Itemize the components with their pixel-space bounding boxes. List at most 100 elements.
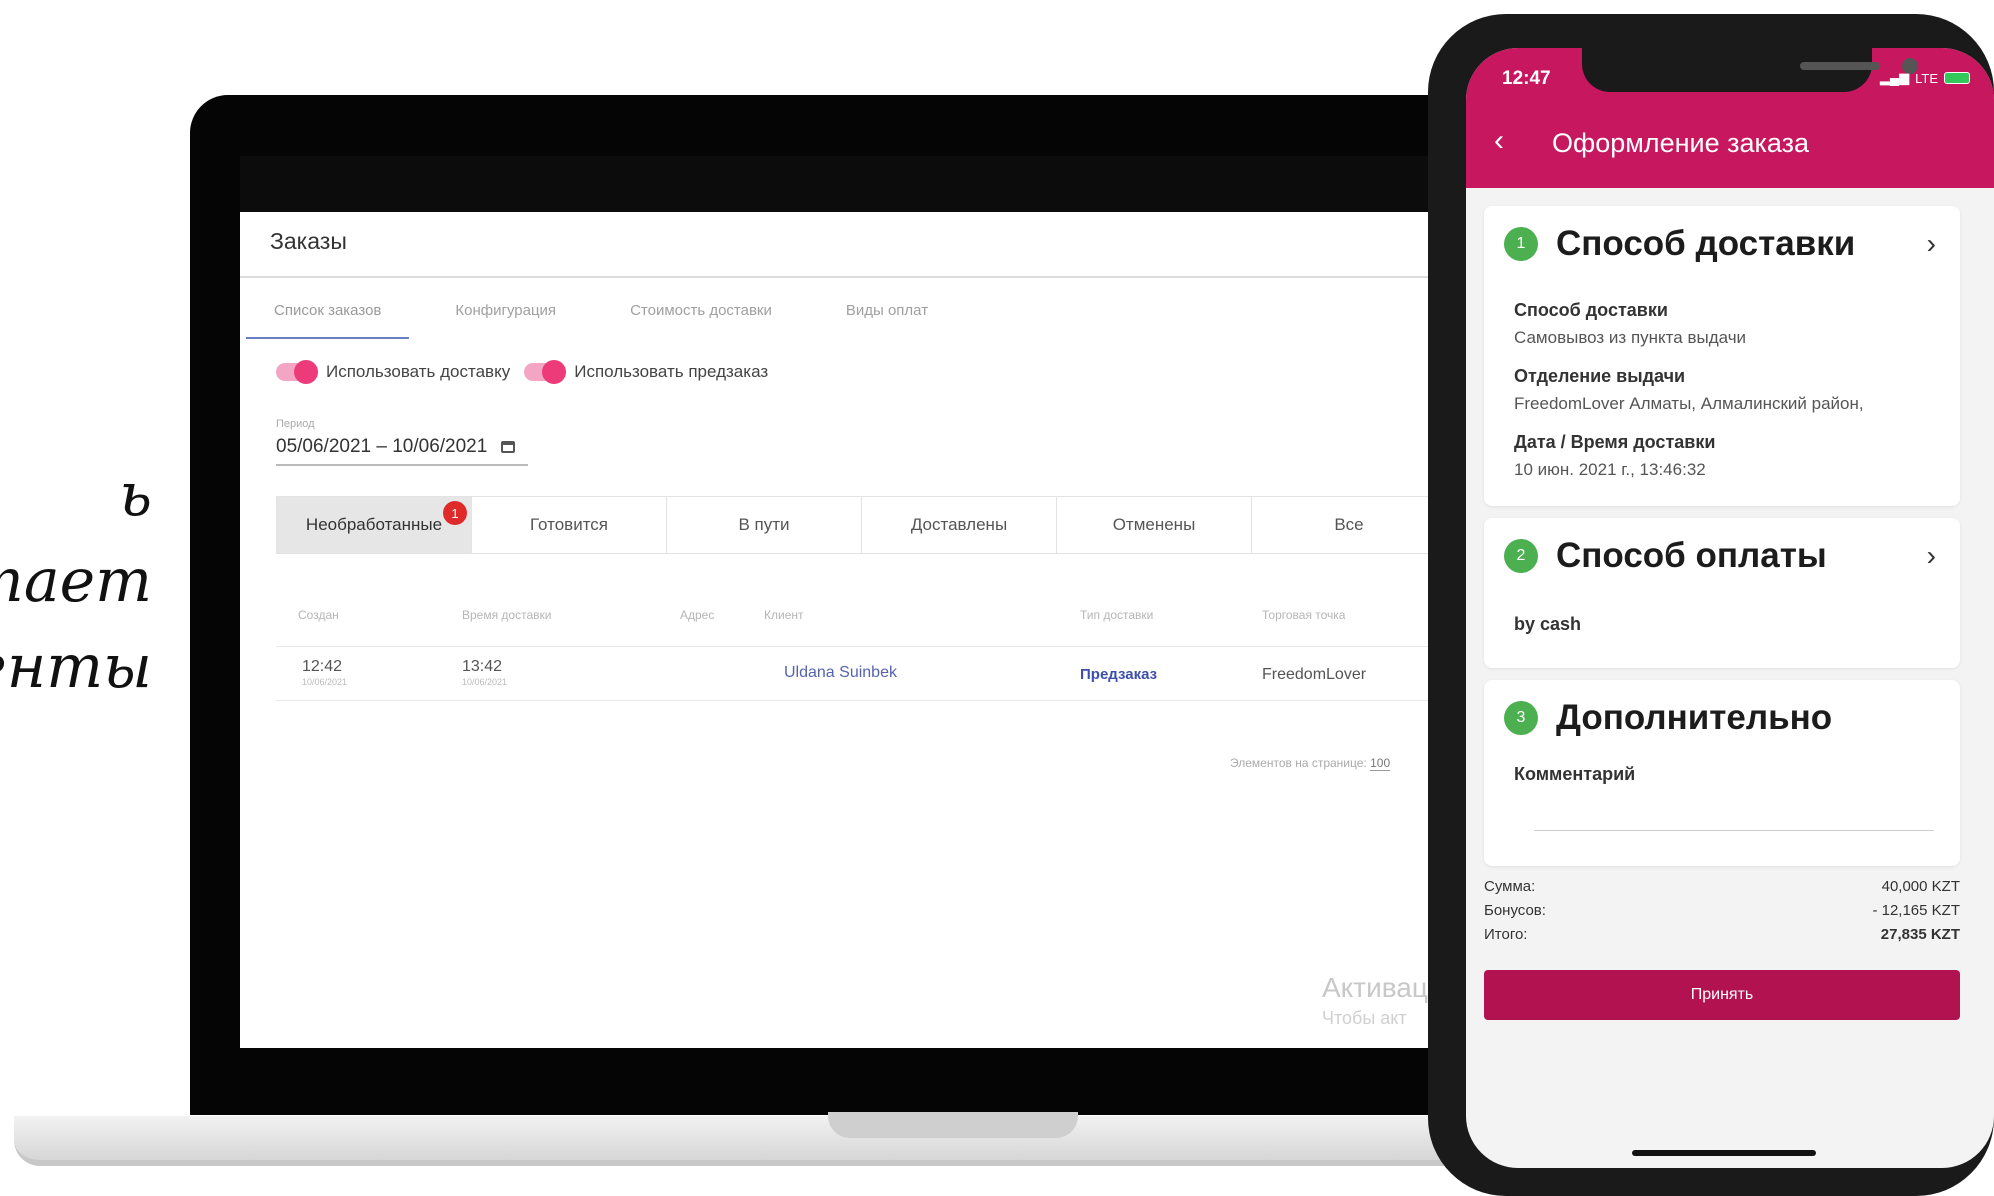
comment-label: Комментарий	[1514, 764, 1636, 784]
created-date: 10/06/2021	[302, 677, 348, 687]
status-delivered[interactable]: Доставлены	[862, 497, 1057, 553]
battery-icon	[1944, 72, 1970, 84]
column-header-delivery-time[interactable]: Время доставки	[462, 608, 551, 622]
total-row: Итого: 27,835 KZT	[1484, 926, 1960, 943]
home-indicator[interactable]	[1632, 1150, 1816, 1156]
delivery-card-title: Способ доставки	[1556, 224, 1856, 263]
client-link[interactable]: Uldana Suinbek	[784, 664, 897, 682]
per-page-select[interactable]: 100	[1370, 756, 1391, 771]
datetime-label: Дата / Время доставки	[1514, 432, 1716, 452]
cell-store: FreedomLover	[1262, 666, 1367, 683]
tab-orders-list[interactable]: Список заказов	[246, 292, 410, 339]
table-header-divider	[276, 646, 1480, 647]
sum-label: Сумма:	[1484, 878, 1536, 895]
status-label: В пути	[738, 515, 790, 534]
step-number-icon: 1	[1504, 227, 1538, 261]
status-label: Отменены	[1112, 515, 1196, 534]
count-badge: 1	[443, 501, 467, 525]
use-delivery-label: Использовать доставку	[326, 362, 511, 381]
delivery-time: 13:42	[462, 658, 503, 675]
step-number-icon: 3	[1504, 701, 1538, 735]
caption-line-2: отает	[0, 546, 152, 616]
page-title: Заказы	[270, 228, 347, 254]
toggle-switch-icon	[276, 360, 318, 384]
chevron-right-icon[interactable]: ›	[1927, 540, 1936, 572]
status-indicators: ▂▄▆ LTE	[1880, 70, 1970, 86]
delivery-method-value: Самовывоз из пункта выдачи	[1514, 328, 1747, 347]
status-cancelled[interactable]: Отменены	[1057, 497, 1252, 553]
use-preorder-toggle[interactable]: Использовать предзаказ	[524, 360, 769, 384]
admin-tabs: Список заказов Конфигурация Стоимость до…	[246, 292, 974, 339]
total-label: Итого:	[1484, 926, 1528, 943]
sum-row: Сумма: 40,000 KZT	[1484, 878, 1960, 895]
status-label: Все	[1334, 515, 1364, 534]
use-preorder-label: Использовать предзаказ	[574, 362, 769, 381]
activation-watermark-text: Чтобы акт	[1322, 1008, 1407, 1028]
additional-card-header: 3 Дополнительно	[1504, 698, 1832, 738]
signal-icon: ▂▄▆	[1879, 70, 1910, 85]
branch-value: FreedomLover Алматы, Алмалинский район,	[1514, 394, 1864, 413]
laptop-base	[14, 1116, 1490, 1166]
use-delivery-toggle[interactable]: Использовать доставку	[276, 360, 511, 384]
delivery-type-link[interactable]: Предзаказ	[1080, 666, 1157, 683]
back-chevron-icon[interactable]: ‹	[1494, 124, 1504, 158]
payment-card-title: Способ оплаты	[1556, 536, 1827, 575]
cropped-caption: ь отает енты	[0, 440, 160, 760]
admin-topbar	[240, 156, 1480, 212]
speaker-icon	[1800, 62, 1880, 70]
delivery-method-label: Способ доставки	[1514, 300, 1668, 320]
additional-card-title: Дополнительно	[1556, 698, 1833, 737]
period-field[interactable]: 05/06/2021 – 10/06/2021	[276, 436, 528, 466]
datetime-value: 10 июн. 2021 г., 13:46:32	[1514, 460, 1706, 479]
sum-value: 40,000 KZT	[1881, 878, 1960, 895]
delivery-date: 10/06/2021	[462, 677, 508, 687]
bonus-row: Бонусов: - 12,165 KZT	[1484, 902, 1960, 919]
status-all[interactable]: Все	[1252, 497, 1447, 553]
screen-title: Оформление заказа	[1552, 128, 1810, 158]
admin-screen: Заказы Список заказов Конфигурация Стоим…	[240, 156, 1480, 1048]
status-filter-bar: Необработанные 1 Готовится В пути Достав…	[276, 496, 1480, 554]
comment-input[interactable]	[1534, 830, 1934, 831]
delivery-card[interactable]: 1 Способ доставки › Способ доставки Само…	[1484, 206, 1960, 506]
settings-toggles: Использовать доставку Использовать предз…	[276, 360, 769, 384]
status-in-transit[interactable]: В пути	[667, 497, 862, 553]
period-label: Период	[276, 418, 315, 430]
column-header-client[interactable]: Клиент	[764, 608, 804, 622]
table-row-divider	[276, 700, 1480, 701]
chevron-right-icon[interactable]: ›	[1927, 228, 1936, 260]
status-unprocessed[interactable]: Необработанные 1	[277, 497, 472, 553]
phone-notch	[1582, 48, 1918, 92]
bonus-label: Бонусов:	[1484, 902, 1546, 919]
tab-payment-types[interactable]: Виды оплат	[818, 292, 956, 339]
column-header-address[interactable]: Адрес	[680, 608, 714, 622]
pagination: Элементов на странице: 100	[1230, 756, 1391, 771]
cell-delivery-time: 13:42 10/06/2021	[462, 658, 507, 687]
status-preparing[interactable]: Готовится	[472, 497, 667, 553]
branch-label: Отделение выдачи	[1514, 366, 1686, 386]
cell-created: 12:42 10/06/2021	[302, 658, 347, 687]
caption-line-1: ь	[119, 460, 152, 530]
calendar-icon[interactable]	[501, 441, 516, 453]
accept-button[interactable]: Принять	[1484, 970, 1960, 1020]
per-page-label: Элементов на странице:	[1230, 756, 1367, 770]
tab-delivery-cost[interactable]: Стоимость доставки	[602, 292, 800, 339]
created-time: 12:42	[302, 658, 343, 675]
toggle-switch-icon	[524, 360, 567, 384]
column-header-delivery-type[interactable]: Тип доставки	[1080, 608, 1153, 622]
bonus-value: - 12,165 KZT	[1872, 902, 1960, 919]
additional-card: 3 Дополнительно Комментарий	[1484, 680, 1960, 866]
caption-line-3: енты	[0, 632, 152, 702]
laptop-notch	[828, 1112, 1078, 1138]
column-header-store[interactable]: Торговая точка	[1262, 608, 1345, 622]
column-header-created[interactable]: Создан	[298, 608, 339, 622]
step-number-icon: 2	[1504, 539, 1538, 573]
status-label: Готовится	[529, 515, 609, 534]
status-label: Необработанные	[305, 515, 443, 534]
payment-card[interactable]: 2 Способ оплаты › by cash	[1484, 518, 1960, 668]
payment-card-header: 2 Способ оплаты	[1504, 536, 1827, 576]
status-time: 12:47	[1502, 68, 1551, 89]
tab-configuration[interactable]: Конфигурация	[427, 292, 584, 339]
network-label: LTE	[1915, 70, 1938, 86]
total-value: 27,835 KZT	[1880, 926, 1960, 943]
delivery-card-header: 1 Способ доставки	[1504, 224, 1855, 264]
